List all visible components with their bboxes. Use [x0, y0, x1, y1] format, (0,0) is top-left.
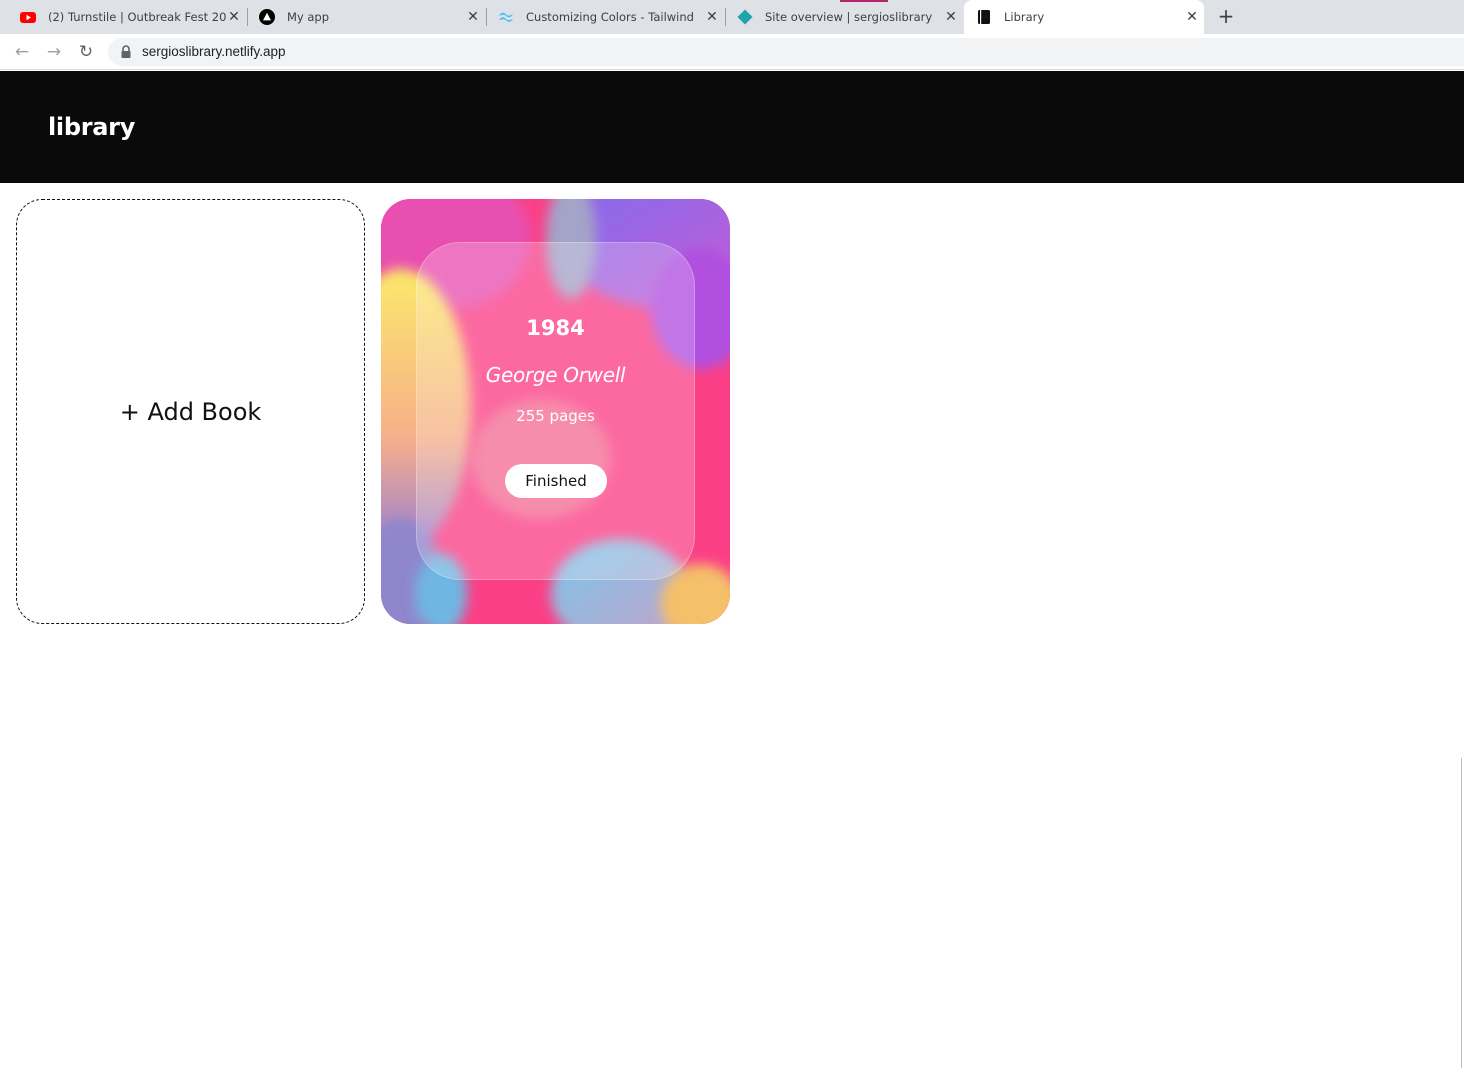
tab-youtube[interactable]: (2) Turnstile | Outbreak Fest 2022 ✕: [8, 0, 246, 34]
app-triangle-icon: [259, 9, 275, 25]
browser-tabstrip: (2) Turnstile | Outbreak Fest 2022 ✕ My …: [0, 0, 1464, 34]
book-author: George Orwell: [485, 363, 626, 387]
browser-toolbar: ← → ↻ sergioslibrary.netlify.app: [0, 34, 1464, 70]
tab-netlify[interactable]: Site overview | sergioslibrary ✕: [725, 0, 963, 34]
close-tab-icon[interactable]: ✕: [943, 9, 959, 25]
tab-title: Site overview | sergioslibrary: [765, 10, 933, 24]
address-bar[interactable]: sergioslibrary.netlify.app: [108, 38, 1464, 66]
lock-icon: [121, 45, 131, 58]
site-header: library: [0, 71, 1464, 183]
tab-audio-indicator: [840, 0, 888, 2]
new-tab-button[interactable]: +: [1214, 5, 1238, 29]
book-card: 1984 George Orwell 255 pages Finished: [381, 199, 730, 624]
back-button[interactable]: ←: [10, 40, 34, 64]
tab-library[interactable]: Library ✕: [964, 0, 1204, 34]
brand-title: library: [48, 113, 136, 141]
book-title: 1984: [526, 316, 585, 340]
tab-title: Library: [1004, 10, 1045, 24]
url-text: sergioslibrary.netlify.app: [142, 44, 286, 59]
reload-button[interactable]: ↻: [74, 40, 98, 64]
book-pages: 255 pages: [516, 407, 595, 425]
tab-title: My app: [287, 10, 330, 24]
book-icon: [978, 10, 990, 24]
close-tab-icon[interactable]: ✕: [226, 9, 242, 25]
add-book-card[interactable]: + Add Book: [16, 199, 365, 624]
tailwind-icon: [499, 12, 513, 22]
tab-my-app[interactable]: My app ✕: [247, 0, 485, 34]
forward-button[interactable]: →: [42, 40, 66, 64]
tab-title: Customizing Colors - Tailwind CSS: [526, 10, 698, 24]
scrollbar-edge: [1461, 758, 1462, 1068]
tab-tailwind[interactable]: Customizing Colors - Tailwind CSS ✕: [486, 0, 724, 34]
youtube-icon: [20, 12, 36, 23]
tab-title: (2) Turnstile | Outbreak Fest 2022: [48, 10, 226, 24]
netlify-icon: [737, 9, 753, 25]
add-book-label: + Add Book: [119, 397, 262, 426]
close-tab-icon[interactable]: ✕: [465, 9, 481, 25]
close-tab-icon[interactable]: ✕: [1184, 9, 1200, 25]
close-tab-icon[interactable]: ✕: [704, 9, 720, 25]
read-status-button[interactable]: Finished: [505, 464, 607, 498]
